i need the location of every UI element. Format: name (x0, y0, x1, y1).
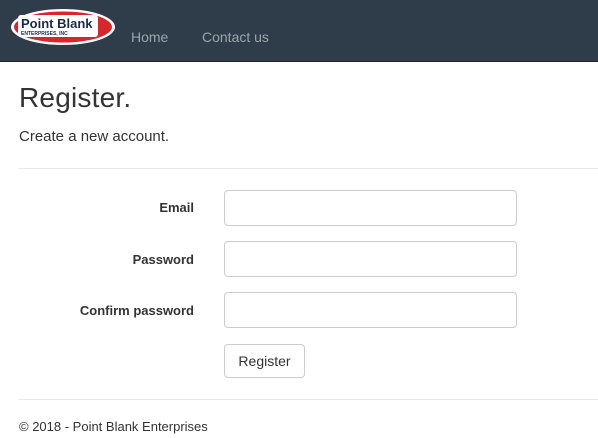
email-field[interactable] (224, 190, 517, 226)
nav-contact-link[interactable]: Contact us (202, 29, 269, 45)
footer-copyright: © 2018 - Point Blank Enterprises (19, 419, 208, 434)
brand-logo[interactable]: Point Blank ENTERPRISES, INC (10, 8, 116, 48)
page-title: Register. (19, 82, 132, 113)
confirm-password-field[interactable] (224, 292, 517, 328)
footer-divider (19, 399, 598, 400)
password-label: Password (132, 252, 194, 267)
nav-home-link[interactable]: Home (131, 29, 168, 45)
page-subtitle: Create a new account. (19, 128, 170, 145)
point-blank-logo-icon: Point Blank ENTERPRISES, INC (11, 9, 115, 45)
password-field[interactable] (224, 241, 517, 277)
divider (19, 168, 598, 169)
register-button[interactable]: Register (224, 344, 305, 378)
email-label: Email (159, 200, 194, 215)
brand-name: Point Blank (21, 16, 93, 31)
confirm-password-label: Confirm password (79, 303, 194, 318)
top-navbar: Point Blank ENTERPRISES, INC Home Contac… (0, 0, 598, 62)
brand-tagline: ENTERPRISES, INC (21, 31, 68, 37)
